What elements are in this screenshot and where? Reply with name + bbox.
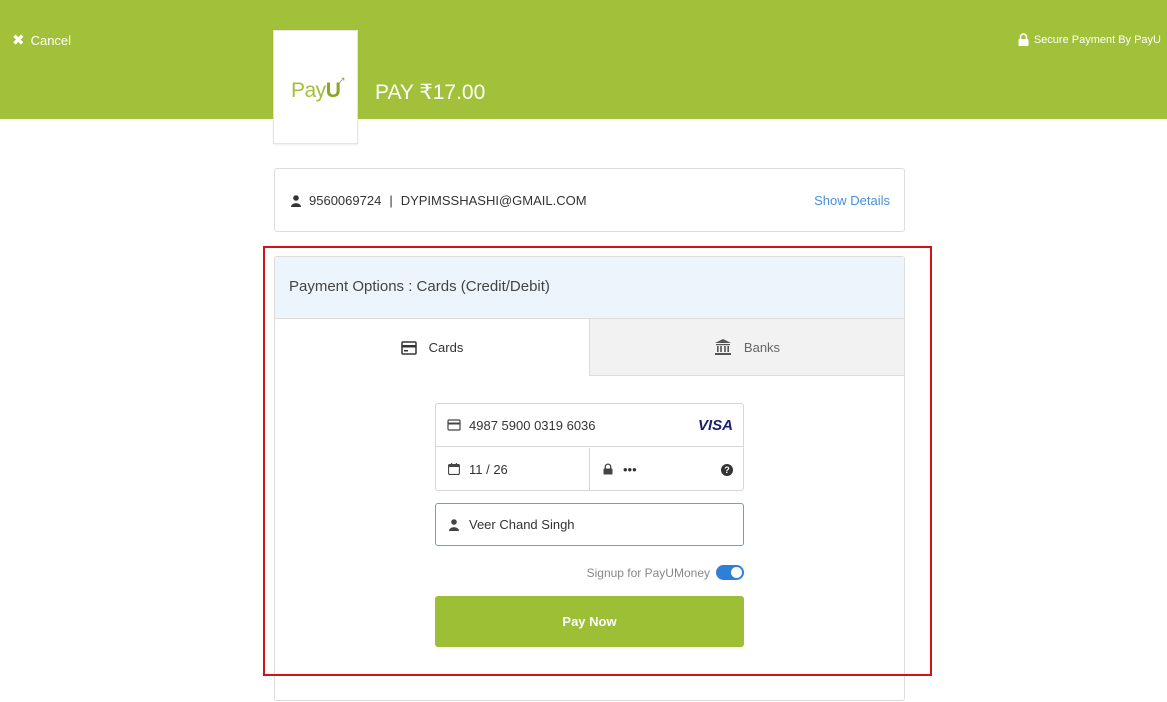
cancel-label: Cancel (30, 33, 72, 48)
card-form: 4987 5900 0319 6036 VISA 11 / 26 ••• ? (435, 403, 744, 491)
payment-options-title: Payment Options : Cards (Credit/Debit) (289, 278, 550, 295)
pay-amount: PAY ₹17.00 (375, 81, 486, 104)
tab-cards-label: Cards (428, 340, 464, 355)
tab-banks-label: Banks (743, 339, 781, 355)
logo-arrow-icon: ↗ (338, 75, 346, 85)
user-separator: | (389, 193, 393, 208)
card-icon (447, 419, 461, 431)
secure-payment-badge: Secure Payment By PayU (1018, 33, 1161, 46)
cancel-button[interactable]: ✖ Cancel (12, 33, 71, 48)
help-icon[interactable]: ? (721, 463, 733, 476)
signup-toggle[interactable] (716, 565, 744, 580)
close-icon: ✖ (12, 32, 25, 49)
signup-label: Signup for PayUMoney (586, 565, 710, 580)
user-contact: 9560069724 | DYPIMSSHASHI@GMAIL.COM (291, 193, 587, 208)
bank-icon (714, 339, 731, 355)
cvv-field[interactable]: ••• ? (591, 448, 743, 491)
name-on-card-value: Veer Chand Singh (469, 517, 575, 532)
secure-payment-label: Secure Payment By PayU (1033, 33, 1161, 46)
user-phone: 9560069724 (309, 193, 382, 208)
visa-logo: VISA (697, 416, 733, 434)
user-icon (291, 194, 301, 207)
signup-payumoney: Signup for PayUMoney (435, 565, 744, 580)
lock-icon (603, 463, 613, 475)
pay-now-button[interactable]: Pay Now (435, 596, 744, 647)
expiry-field[interactable]: 11 / 26 (436, 448, 590, 491)
show-details-link[interactable]: Show Details (814, 193, 890, 208)
expiry-value: 11 / 26 (469, 462, 508, 477)
payment-options-header: Payment Options : Cards (Credit/Debit) (275, 257, 904, 319)
payment-panel: Payment Options : Cards (Credit/Debit) C… (274, 256, 905, 701)
user-email: DYPIMSSHASHI@GMAIL.COM (400, 193, 587, 208)
user-icon (449, 519, 459, 531)
logo-text: PayU (291, 79, 341, 102)
calendar-icon (448, 463, 460, 475)
name-on-card-field[interactable]: Veer Chand Singh (435, 503, 744, 546)
tab-cards[interactable]: Cards (275, 319, 589, 376)
payu-logo: PayU ↗ (273, 30, 358, 144)
card-number-value: 4987 5900 0319 6036 (469, 417, 596, 433)
card-icon (400, 340, 417, 355)
cvv-value: ••• (623, 462, 637, 477)
header-bar: ✖ Cancel Secure Payment By PayU PAY ₹17.… (0, 0, 1167, 119)
tab-banks[interactable]: Banks (589, 319, 904, 376)
user-info-bar: 9560069724 | DYPIMSSHASHI@GMAIL.COM Show… (274, 168, 905, 232)
card-number-field[interactable]: 4987 5900 0319 6036 VISA (436, 404, 743, 447)
lock-icon (1018, 33, 1029, 46)
